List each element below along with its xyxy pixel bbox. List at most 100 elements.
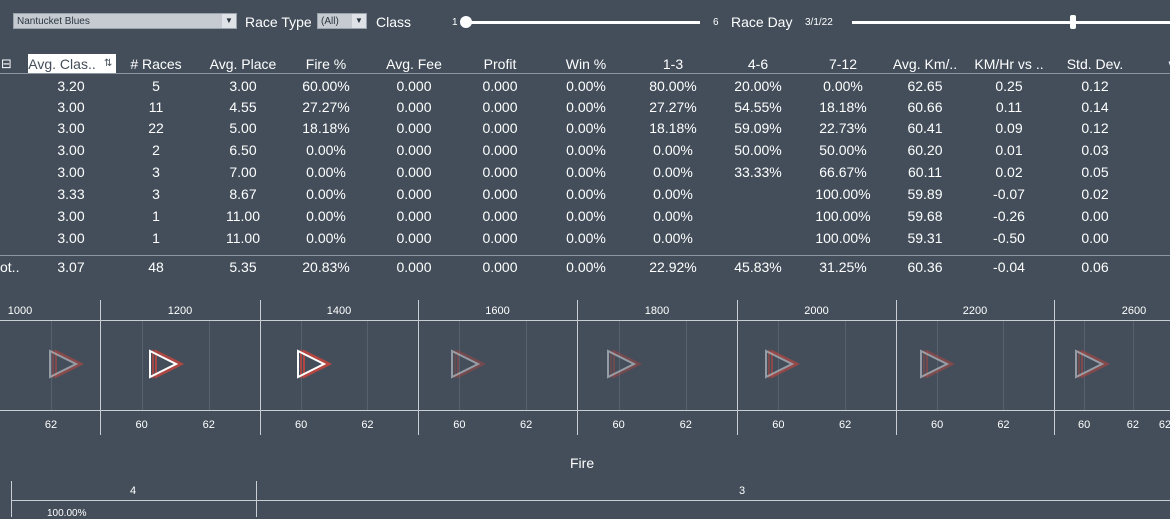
column-header[interactable]: Avg. Clas.. xyxy=(22,56,102,72)
table-cell: 100.00% xyxy=(815,208,871,224)
total-cell: 60.36 xyxy=(907,259,943,275)
fire-header-line xyxy=(11,500,1170,501)
table-cell: 0.00% xyxy=(306,142,346,158)
table-cell: 0.00 xyxy=(1081,208,1109,224)
table-cell: 0.000 xyxy=(482,208,518,224)
table-cell: 0.000 xyxy=(396,164,432,180)
column-header[interactable]: Profit xyxy=(460,56,540,72)
total-cell: 5.35 xyxy=(229,259,257,275)
chevron-down-icon[interactable]: ▼ xyxy=(352,14,366,28)
table-cell: 3.00 xyxy=(57,208,85,224)
column-header[interactable]: v xyxy=(1162,56,1170,72)
panel-gridline xyxy=(1132,321,1134,410)
race-day-slider-handle[interactable] xyxy=(1070,15,1076,29)
table-cell: 3.20 xyxy=(57,78,85,94)
column-header[interactable]: KM/Hr vs .. xyxy=(969,56,1049,72)
table-cell: 0.000 xyxy=(396,208,432,224)
race-day-slider-track[interactable] xyxy=(852,21,1170,24)
column-header[interactable]: Fire % xyxy=(286,56,366,72)
table-cell: 0.00% xyxy=(566,142,606,158)
table-cell: 0.00% xyxy=(823,78,863,94)
panel-gridline xyxy=(526,321,528,410)
table-cell: 5.00 xyxy=(229,120,257,136)
panel-axis-tick: 62 xyxy=(679,419,692,431)
panel-divider xyxy=(896,300,897,435)
panel-distance-label: 1800 xyxy=(644,305,670,317)
table-cell: 18.18% xyxy=(819,99,867,115)
column-header[interactable]: Avg. Km/.. xyxy=(885,56,965,72)
panel-distance-label: 2200 xyxy=(962,305,988,317)
speed-marker xyxy=(607,349,643,379)
table-cell: 3.00 xyxy=(57,120,85,136)
table-cell: 0.00% xyxy=(566,186,606,202)
chevron-down-icon[interactable]: ▼ xyxy=(222,14,236,28)
table-cell: 0.000 xyxy=(396,230,432,246)
panel-axis-tick: 60 xyxy=(930,419,944,431)
table-cell: 0.05 xyxy=(1081,164,1109,180)
table-cell: 0.00% xyxy=(566,208,606,224)
table-cell: 33.33% xyxy=(734,164,782,180)
table-cell: 0.14 xyxy=(1081,99,1109,115)
table-cell: 0.00% xyxy=(653,164,693,180)
table-cell: 0.000 xyxy=(396,186,432,202)
table-cell: 60.41 xyxy=(907,120,943,136)
table-cell: 11.00 xyxy=(226,230,260,246)
table-cell: 0.09 xyxy=(995,120,1023,136)
table-cell: 18.18% xyxy=(649,120,697,136)
table-cell: 0.00% xyxy=(306,230,346,246)
table-cell: 59.89 xyxy=(907,186,943,202)
table-cell: 0.00 xyxy=(1081,230,1109,246)
header-divider xyxy=(0,73,1170,74)
table-cell: 0.000 xyxy=(482,99,518,115)
panel-gridline xyxy=(141,321,143,410)
column-header[interactable]: 7-12 xyxy=(803,56,883,72)
race-type-label: Race Type xyxy=(245,14,312,30)
panel-gridline xyxy=(685,321,687,410)
table-cell: 3.00 xyxy=(57,99,85,115)
column-header[interactable]: Avg. Fee xyxy=(374,56,454,72)
table-cell: 59.09% xyxy=(734,120,782,136)
table-cell: 0.00% xyxy=(653,230,693,246)
column-header[interactable]: # Races xyxy=(116,56,196,72)
table-cell: 0.000 xyxy=(396,120,432,136)
table-cell: 50.00% xyxy=(819,142,867,158)
panel-axis-tick: 60 xyxy=(772,419,785,431)
table-cell: 50.00% xyxy=(734,142,782,158)
panel-axis-tick: 62 xyxy=(44,419,58,431)
track-dropdown[interactable]: Nantucket Blues ▼ xyxy=(13,13,237,29)
table-cell: 62.65 xyxy=(907,78,943,94)
table-cell: 59.68 xyxy=(907,208,943,224)
table-cell: 0.02 xyxy=(995,164,1023,180)
class-slider-track[interactable] xyxy=(466,21,700,24)
class-slider-min-handle[interactable] xyxy=(460,16,472,28)
table-cell: 1 xyxy=(152,208,160,224)
table-icon[interactable]: ⊟ xyxy=(1,56,12,72)
column-header[interactable]: 4-6 xyxy=(718,56,798,72)
panel-axis-tick: 60 xyxy=(612,419,625,431)
table-cell: 3.33 xyxy=(57,186,85,202)
panel-axis-tick: 62 xyxy=(1158,419,1170,431)
table-cell: 0.00% xyxy=(566,230,606,246)
table-cell: 11.00 xyxy=(226,208,260,224)
table-cell: 2 xyxy=(152,142,160,158)
panel-divider xyxy=(1054,300,1055,435)
total-cell: 22.92% xyxy=(649,259,697,275)
race-type-dropdown[interactable]: (All) ▼ xyxy=(317,13,367,29)
table-cell: 100.00% xyxy=(815,230,871,246)
table-cell: 60.00% xyxy=(302,78,350,94)
table-cell: 0.000 xyxy=(482,120,518,136)
panel-distance-label: 2000 xyxy=(804,305,829,317)
total-cell: 20.83% xyxy=(302,259,350,275)
column-header[interactable]: 1-3 xyxy=(633,56,713,72)
panel-divider xyxy=(418,300,419,435)
table-cell: 11 xyxy=(148,99,164,115)
column-header[interactable]: Avg. Place xyxy=(203,56,283,72)
column-header[interactable]: Win % xyxy=(546,56,626,72)
race-type-value: (All) xyxy=(321,16,339,27)
total-cell: 45.83% xyxy=(734,259,782,275)
column-header[interactable]: Std. Dev. xyxy=(1055,56,1135,72)
sort-icon[interactable]: ⇅ xyxy=(104,58,112,69)
speed-marker xyxy=(765,349,801,379)
race-day-value: 3/1/22 xyxy=(805,17,833,28)
table-cell: 0.00% xyxy=(653,208,693,224)
